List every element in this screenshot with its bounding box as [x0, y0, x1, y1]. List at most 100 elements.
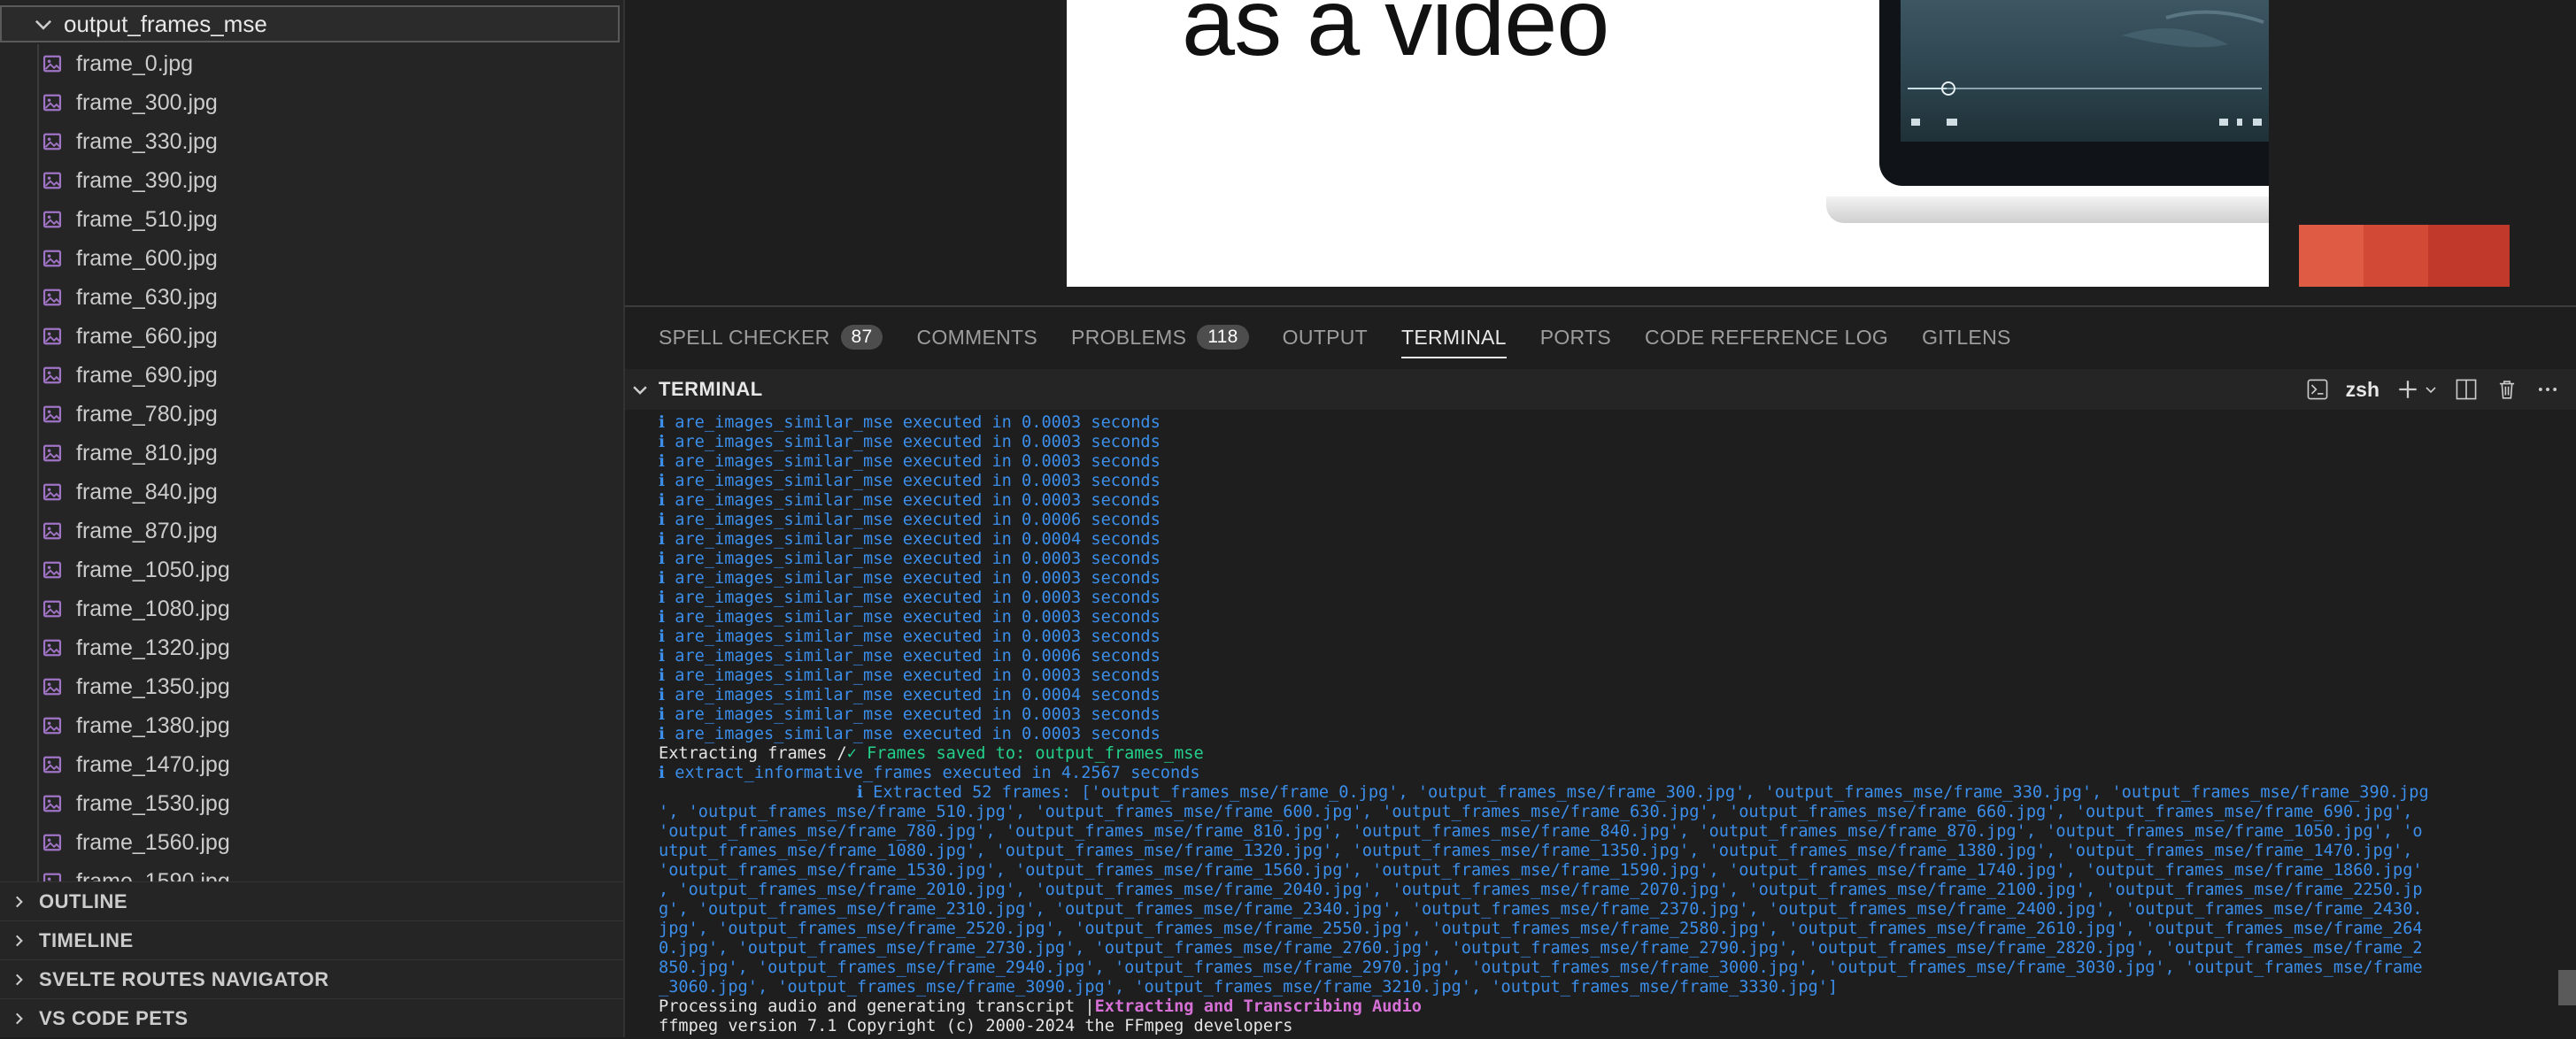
terminal-line: utput_frames_mse/frame_1080.jpg', 'outpu… — [659, 842, 2413, 860]
terminal-text-segment: ✓ Frames saved to: output_frames_mse — [846, 744, 1204, 763]
terminal-line: jpg', 'output_frames_mse/frame_2520.jpg'… — [659, 920, 2423, 938]
section-svelte-routes-navigator[interactable]: SVELTE ROUTES NAVIGATOR — [0, 959, 623, 999]
tab-terminal[interactable]: TERMINAL — [1401, 307, 1507, 367]
chevron-right-icon — [16, 896, 23, 908]
file-name: frame_810.jpg — [76, 440, 218, 466]
terminal-line: g', 'output_frames_mse/frame_2310.jpg', … — [659, 900, 2423, 919]
tab-label: CODE REFERENCE LOG — [1645, 325, 1889, 349]
tab-gitlens[interactable]: GITLENS — [1922, 307, 2011, 367]
section-outline[interactable]: OUTLINE — [0, 881, 623, 921]
more-actions-icon[interactable] — [2535, 377, 2560, 402]
file-item[interactable]: frame_840.jpg — [0, 473, 623, 512]
tab-spell-checker[interactable]: SPELL CHECKER 87 — [659, 307, 883, 367]
trash-icon[interactable] — [2495, 377, 2519, 402]
image-file-icon — [42, 678, 62, 696]
file-name: frame_1080.jpg — [76, 596, 230, 621]
file-item[interactable]: frame_1320.jpg — [0, 628, 623, 667]
terminal-line: ℹ are_images_similar_mse executed in 0.0… — [659, 491, 1161, 510]
file-item[interactable]: frame_330.jpg — [0, 122, 623, 161]
section-svelte-label: SVELTE ROUTES NAVIGATOR — [39, 968, 329, 990]
tab-code-reference-log[interactable]: CODE REFERENCE LOG — [1645, 307, 1888, 367]
file-item[interactable]: frame_690.jpg — [0, 356, 623, 395]
image-file-icon — [42, 405, 62, 423]
section-timeline[interactable]: TIMELINE — [0, 920, 623, 960]
image-file-icon — [42, 94, 62, 112]
file-item[interactable]: frame_780.jpg — [0, 395, 623, 434]
decor-block-1 — [2299, 225, 2364, 287]
slide-image-preview: as a video — [1067, 0, 2269, 287]
file-list: frame_0.jpg frame_300.jpg frame_330.jpgfra… — [0, 44, 623, 883]
terminal-line: ℹ are_images_similar_mse executed in 0.0… — [659, 530, 1161, 549]
file-item[interactable]: frame_1470.jpg — [0, 745, 623, 784]
terminal-text-segment: Extracting frames / — [659, 744, 847, 763]
file-item[interactable]: frame_870.jpg — [0, 512, 623, 550]
shell-name[interactable]: zsh — [2346, 378, 2379, 402]
tab-output[interactable]: OUTPUT — [1283, 307, 1368, 367]
bottom-panel: SPELL CHECKER 87 COMMENTS PROBLEMS 118 OUTPUT… — [625, 305, 2576, 1039]
terminal-shell-icon[interactable] — [2305, 377, 2330, 402]
file-item[interactable]: frame_1590.jpg — [0, 862, 623, 883]
file-item[interactable]: frame_1050.jpg — [0, 550, 623, 589]
image-file-icon — [42, 289, 62, 306]
file-item[interactable]: frame_1350.jpg — [0, 667, 623, 706]
file-name: frame_390.jpg — [76, 167, 218, 193]
file-name: frame_690.jpg — [76, 362, 218, 388]
tab-count-badge: 118 — [1197, 325, 1249, 350]
file-name: frame_1470.jpg — [76, 751, 230, 777]
terminal-line: ℹ are_images_similar_mse executed in 0.0… — [659, 627, 1161, 646]
file-item[interactable]: frame_300.jpg — [0, 83, 623, 122]
chevron-down-icon[interactable] — [2424, 377, 2438, 402]
terminal-output[interactable]: ℹ are_images_similar_mse executed in 0.0… — [659, 413, 2553, 1039]
section-vs-code-pets[interactable]: VS CODE PETS — [0, 998, 623, 1037]
file-item[interactable]: frame_1080.jpg — [0, 589, 623, 628]
image-file-icon — [42, 756, 62, 773]
tab-label: TERMINAL — [1401, 325, 1507, 349]
chevron-down-icon[interactable] — [630, 380, 650, 399]
file-item[interactable]: frame_1530.jpg — [0, 784, 623, 823]
tab-label: GITLENS — [1922, 325, 2011, 349]
file-item[interactable]: frame_1560.jpg — [0, 823, 623, 862]
image-file-icon — [42, 55, 62, 73]
terminal-line: ℹ extract_informative_frames executed in… — [659, 764, 1200, 782]
file-name: frame_840.jpg — [76, 479, 218, 504]
image-file-icon — [42, 211, 62, 228]
file-item[interactable]: frame_810.jpg — [0, 434, 623, 473]
file-item[interactable]: frame_600.jpg — [0, 239, 623, 278]
terminal-line: ℹ Extracted 52 frames: ['output_frames_m… — [659, 783, 2429, 802]
terminal-line: ℹ are_images_similar_mse executed in 0.0… — [659, 511, 1161, 529]
image-file-icon — [42, 522, 62, 540]
section-outline-label: OUTLINE — [39, 890, 128, 912]
terminal-line: 0.jpg', 'output_frames_mse/frame_2730.jp… — [659, 939, 2423, 958]
tab-label: SPELL CHECKER — [659, 325, 830, 349]
tab-comments[interactable]: COMMENTS — [916, 307, 1037, 367]
panel-tabs: SPELL CHECKER 87 COMMENTS PROBLEMS 118 OUTPUT… — [625, 307, 2576, 367]
tab-problems[interactable]: PROBLEMS 118 — [1071, 307, 1249, 367]
file-item[interactable]: frame_390.jpg — [0, 161, 623, 200]
file-item[interactable]: frame_660.jpg — [0, 317, 623, 356]
terminal-scrollbar[interactable] — [2558, 970, 2576, 1005]
file-item[interactable]: frame_630.jpg — [0, 278, 623, 317]
file-name: frame_0.jpg — [76, 50, 194, 76]
terminal-line: Extracting frames /✓ Frames saved to: ou… — [659, 744, 2553, 764]
terminal-line: ℹ are_images_similar_mse executed in 0.0… — [659, 705, 1161, 724]
file-item[interactable]: frame_1380.jpg — [0, 706, 623, 745]
terminal-line: ℹ are_images_similar_mse executed in 0.0… — [659, 413, 1161, 432]
decor-block-2 — [2364, 225, 2428, 287]
split-terminal-icon[interactable] — [2454, 377, 2479, 402]
file-name: frame_600.jpg — [76, 245, 218, 271]
chevron-right-icon — [16, 974, 23, 986]
file-item[interactable]: frame_510.jpg — [0, 200, 623, 239]
new-terminal-icon[interactable] — [2395, 377, 2420, 402]
terminal-title: TERMINAL — [659, 378, 763, 400]
tab-ports[interactable]: PORTS — [1540, 307, 1611, 367]
image-file-icon — [42, 600, 62, 618]
slide-heading: as a video — [1182, 0, 1609, 75]
folder-row-output-frames-mse[interactable]: output_frames_mse — [0, 5, 620, 42]
file-name: frame_300.jpg — [76, 89, 218, 115]
terminal-line: Processing audio and generating transcri… — [659, 997, 2553, 1017]
terminal-text-segment: Processing audio and generating transcri… — [659, 997, 1095, 1016]
section-timeline-label: TIMELINE — [39, 929, 134, 951]
file-item[interactable]: frame_0.jpg — [0, 44, 623, 83]
tab-count-badge: 87 — [840, 325, 883, 350]
terminal-line: ℹ are_images_similar_mse executed in 0.0… — [659, 550, 1161, 568]
